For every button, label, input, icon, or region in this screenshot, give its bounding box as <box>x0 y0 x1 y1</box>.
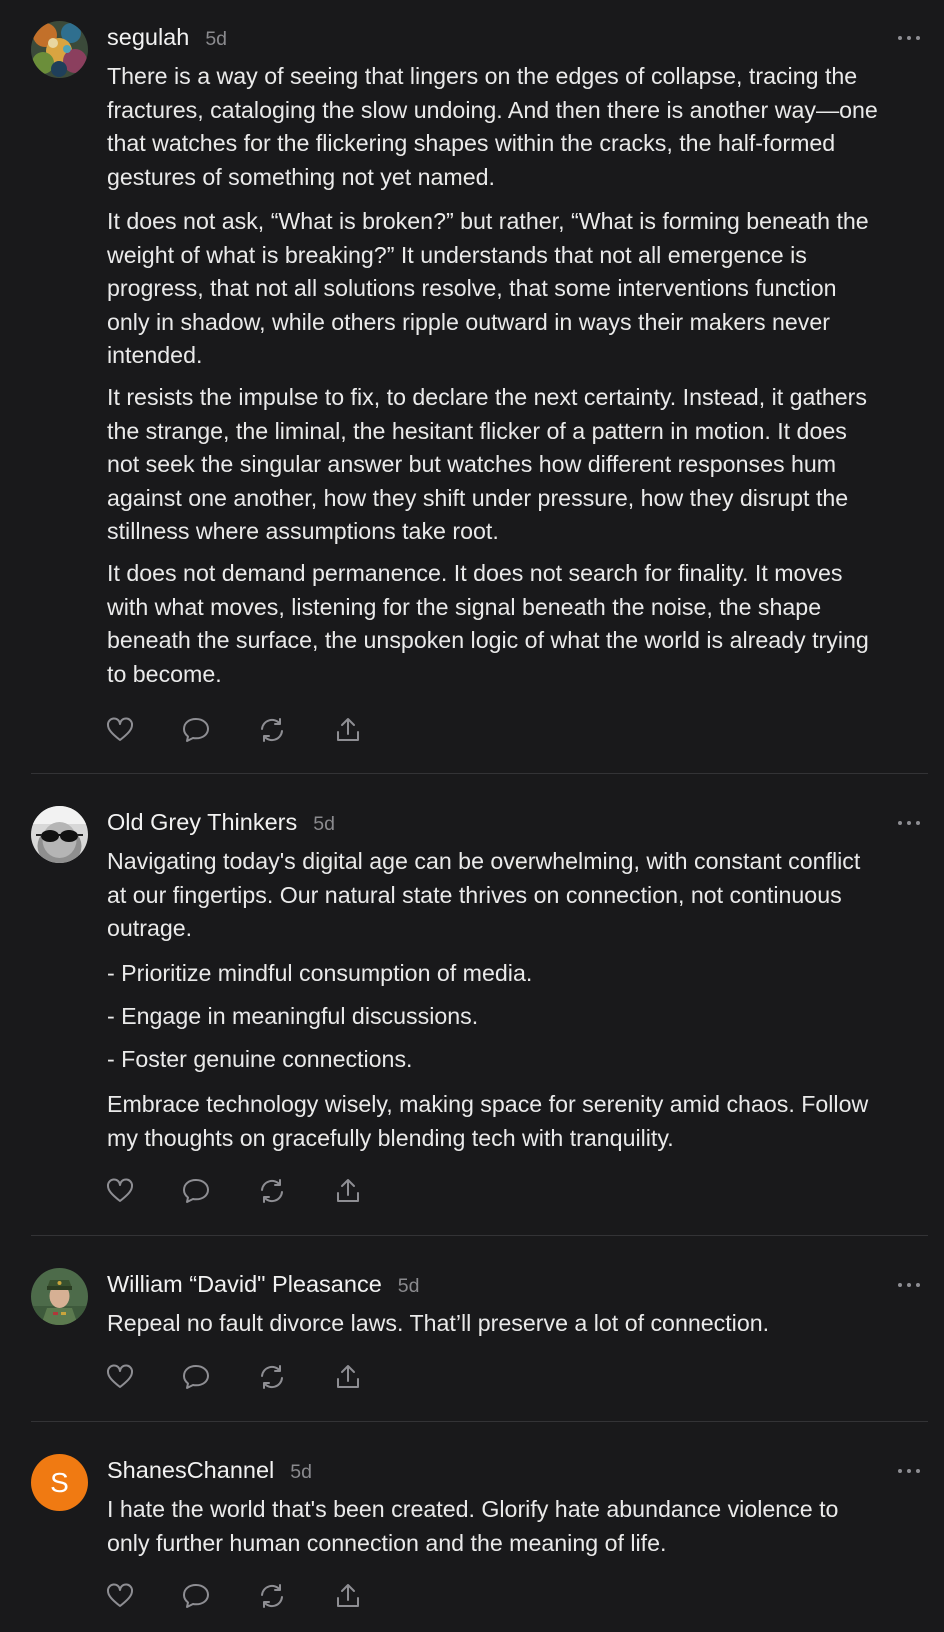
heart-icon <box>107 1583 133 1607</box>
share-icon <box>337 1584 359 1607</box>
comment-icon <box>183 1584 209 1608</box>
like-button[interactable] <box>105 1581 181 1611</box>
more-options-icon[interactable] <box>896 1465 922 1477</box>
comment-header: William “David" Pleasance 5d <box>107 1271 419 1298</box>
mosaic-avatar-image <box>31 21 88 78</box>
divider <box>31 1235 928 1236</box>
comment-icon <box>183 1179 209 1203</box>
restack-button[interactable] <box>257 1581 333 1611</box>
heart-icon <box>107 717 133 741</box>
restack-icon <box>261 1365 283 1389</box>
share-button[interactable] <box>333 715 409 745</box>
avatar[interactable]: S <box>31 1454 88 1511</box>
comment-header: Old Grey Thinkers 5d <box>107 809 335 836</box>
paragraph: Repeal no fault divorce laws. That’ll pr… <box>107 1310 770 1336</box>
restack-button[interactable] <box>257 1362 333 1392</box>
share-icon <box>337 718 359 741</box>
action-bar <box>105 1176 409 1206</box>
sunglasses-avatar-image <box>31 806 88 863</box>
timestamp[interactable]: 5d <box>313 813 335 836</box>
paragraph: It does not ask, “What is broken?” but r… <box>107 208 869 368</box>
reply-button[interactable] <box>181 715 257 745</box>
comment-header: segulah 5d <box>107 24 227 51</box>
share-button[interactable] <box>333 1581 409 1611</box>
reply-button[interactable] <box>181 1362 257 1392</box>
restack-icon <box>261 1584 283 1608</box>
list-item: - Engage in meaningful discussions. <box>107 1003 479 1029</box>
like-button[interactable] <box>105 1176 181 1206</box>
share-icon <box>337 1179 359 1202</box>
avatar[interactable] <box>31 806 88 863</box>
list-item: - Foster genuine connections. <box>107 1046 413 1072</box>
paragraph: Navigating today's digital age can be ov… <box>107 848 861 941</box>
uniform-avatar-image <box>31 1268 88 1325</box>
timestamp[interactable]: 5d <box>398 1275 420 1298</box>
reply-button[interactable] <box>181 1581 257 1611</box>
more-options-icon[interactable] <box>896 817 922 829</box>
list-item: - Prioritize mindful consumption of medi… <box>107 960 533 986</box>
heart-icon <box>107 1178 133 1202</box>
paragraph: Embrace technology wisely, making space … <box>107 1091 869 1151</box>
divider <box>31 773 928 774</box>
reply-button[interactable] <box>181 1176 257 1206</box>
share-icon <box>337 1365 359 1388</box>
like-button[interactable] <box>105 715 181 745</box>
paragraph: I hate the world that's been created. Gl… <box>107 1496 839 1556</box>
author-name[interactable]: segulah <box>107 24 189 51</box>
share-button[interactable] <box>333 1362 409 1392</box>
more-options-icon[interactable] <box>896 1279 922 1291</box>
restack-button[interactable] <box>257 1176 333 1206</box>
comment-header: ShanesChannel 5d <box>107 1457 312 1484</box>
avatar[interactable] <box>31 1268 88 1325</box>
action-bar <box>105 1362 409 1392</box>
action-bar <box>105 715 409 745</box>
comment-icon <box>183 1365 209 1389</box>
author-name[interactable]: William “David" Pleasance <box>107 1271 382 1298</box>
comment-icon <box>183 718 209 742</box>
heart-icon <box>107 1364 133 1388</box>
paragraph: It does not demand permanence. It does n… <box>107 560 869 687</box>
restack-button[interactable] <box>257 715 333 745</box>
restack-icon <box>261 718 283 742</box>
restack-icon <box>261 1179 283 1203</box>
avatar[interactable] <box>31 21 88 78</box>
more-options-icon[interactable] <box>896 32 922 44</box>
timestamp[interactable]: 5d <box>290 1461 312 1484</box>
divider <box>31 1421 928 1422</box>
share-button[interactable] <box>333 1176 409 1206</box>
like-button[interactable] <box>105 1362 181 1392</box>
paragraph: It resists the impulse to fix, to declar… <box>107 384 867 544</box>
author-name[interactable]: Old Grey Thinkers <box>107 809 297 836</box>
action-bar <box>105 1581 409 1611</box>
timestamp[interactable]: 5d <box>205 28 227 51</box>
paragraph: There is a way of seeing that lingers on… <box>107 63 878 190</box>
author-name[interactable]: ShanesChannel <box>107 1457 274 1484</box>
